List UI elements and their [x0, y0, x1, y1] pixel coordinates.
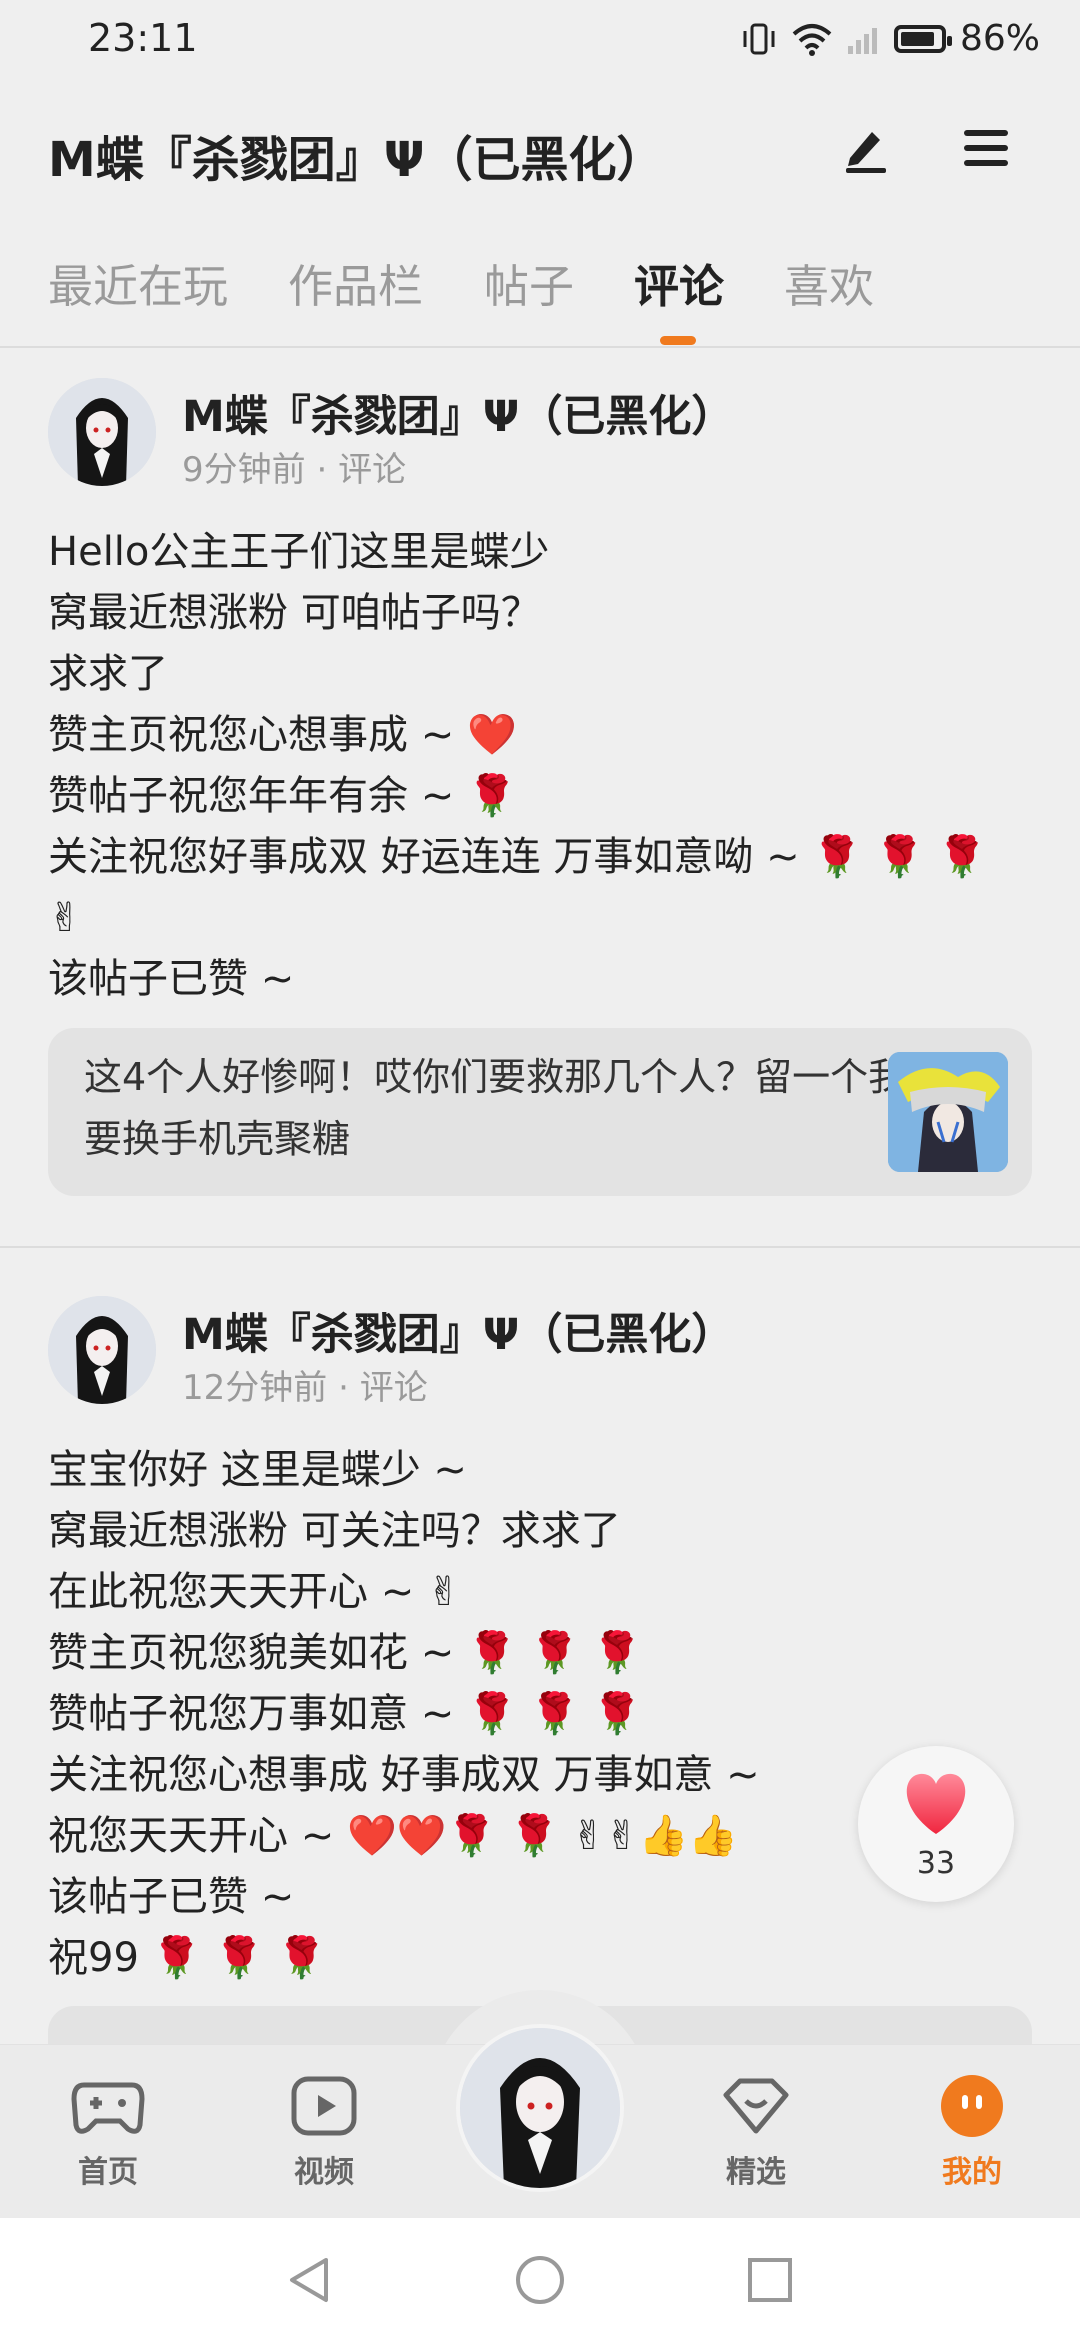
wifi-icon — [792, 23, 832, 56]
heart-icon — [906, 1773, 966, 1834]
tab-comments[interactable]: 评论 — [634, 250, 724, 315]
status-icons: 86% — [740, 18, 1040, 59]
home-icon[interactable] — [512, 2252, 568, 2308]
comment-line: 宝宝你好 这里是蝶少 ~ — [48, 1447, 467, 1493]
quoted-post-thumbnail — [888, 1052, 1008, 1172]
nav-center-avatar[interactable] — [456, 2024, 624, 2192]
author-name[interactable]: M蝶『杀戮团』Ψ（已黑化） — [182, 1300, 734, 1362]
nav-home[interactable]: 首页 — [38, 2073, 178, 2191]
status-bar: 23:11 86% — [0, 0, 1080, 84]
system-nav-bar — [0, 2218, 1080, 2340]
avatar-image — [460, 2028, 620, 2188]
post-time: 12分钟前 — [182, 1368, 328, 1408]
tab-works[interactable]: 作品栏 — [288, 250, 423, 315]
comment-line: Hello公主王子们这里是蝶少 — [48, 529, 550, 575]
avatar[interactable] — [48, 1296, 156, 1404]
comment-line: 赞帖子祝您万事如意 ~ 🌹 🌹 🌹 — [48, 1691, 642, 1737]
post-meta: 9分钟前 · 评论 — [182, 450, 407, 490]
post-meta: 12分钟前 · 评论 — [182, 1368, 428, 1408]
comment-line: 在此祝您天天开心 ~ ✌ — [48, 1569, 461, 1615]
comment-line: 赞主页祝您心想事成 ~ ❤️ — [48, 712, 517, 758]
like-count: 33 — [916, 1846, 956, 1881]
comment-text: Hello公主王子们这里是蝶少 窝最近想涨粉 可咱帖子吗？ 求求了 赞主页祝您心… — [48, 522, 1038, 1010]
comment-line: 求求了 — [48, 651, 168, 697]
comment-line: 关注祝您好事成双 好运连连 万事如意呦 ~ 🌹 🌹 🌹 — [48, 834, 988, 880]
quoted-post[interactable]: 这4个人好惨啊！哎你们要救那几个人？留一个我要换手机壳聚糖 — [48, 1028, 1032, 1196]
nav-label: 我的 — [942, 2155, 1002, 2190]
signal-icon — [847, 27, 877, 54]
comment-line: 窝最近想涨粉 可咱帖子吗？ — [48, 590, 541, 636]
profile-header: M蝶『杀戮团』Ψ（已黑化） — [0, 100, 1080, 200]
profile-tabs: 最近在玩 作品栏 帖子 评论 喜欢 — [0, 230, 1080, 348]
comment-line: 赞帖子祝您年年有余 ~ 🌹 — [48, 773, 517, 819]
post-time: 9分钟前 — [182, 450, 306, 490]
menu-icon[interactable] — [956, 118, 1016, 178]
comment-line: 赞主页祝您貌美如花 ~ 🌹 🌹 🌹 — [48, 1630, 642, 1676]
avatar-image — [48, 378, 156, 486]
avatar-image — [48, 1296, 156, 1404]
nav-video[interactable]: 视频 — [254, 2073, 394, 2191]
comment-line: 祝99 🌹 🌹 🌹 — [48, 1935, 327, 1981]
tab-posts[interactable]: 帖子 — [484, 250, 574, 315]
active-tab-indicator — [660, 336, 696, 345]
author-name[interactable]: M蝶『杀戮团』Ψ（已黑化） — [182, 382, 734, 444]
like-button[interactable]: 33 — [858, 1746, 1014, 1902]
back-icon[interactable] — [282, 2252, 338, 2308]
battery-percent: 86% — [959, 18, 1040, 59]
edit-icon[interactable] — [836, 118, 896, 178]
battery-icon — [893, 24, 952, 53]
status-time: 23:11 — [88, 16, 198, 60]
smile-icon — [941, 2075, 1003, 2137]
nav-label: 视频 — [294, 2155, 354, 2190]
comment-card[interactable]: M蝶『杀戮团』Ψ（已黑化） 12分钟前 · 评论 宝宝你好 这里是蝶少 ~ 窝最… — [0, 1246, 1080, 2086]
tab-recent-played[interactable]: 最近在玩 — [48, 250, 228, 315]
heart-badge-icon — [723, 2078, 789, 2134]
nav-me[interactable]: 我的 — [902, 2073, 1042, 2191]
vibrate-icon — [743, 23, 775, 54]
nav-label: 精选 — [726, 2155, 786, 2190]
tab-likes[interactable]: 喜欢 — [784, 250, 874, 315]
nav-featured[interactable]: 精选 — [686, 2073, 826, 2191]
avatar[interactable] — [48, 378, 156, 486]
recents-icon[interactable] — [742, 2252, 798, 2308]
comment-line: ✌ — [48, 895, 82, 941]
comment-line: 该帖子已赞 ~ — [48, 956, 295, 1002]
comment-text: 宝宝你好 这里是蝶少 ~ 窝最近想涨粉 可关注吗？求求了 在此祝您天天开心 ~ … — [48, 1440, 1038, 1989]
play-icon — [291, 2076, 357, 2136]
quoted-post-text: 这4个人好惨啊！哎你们要救那几个人？留一个我要换手机壳聚糖 — [84, 1055, 907, 1161]
nav-label: 首页 — [78, 2155, 138, 2190]
post-type: 评论 — [338, 450, 407, 490]
comment-card[interactable]: M蝶『杀戮团』Ψ（已黑化） 9分钟前 · 评论 Hello公主王子们这里是蝶少 … — [0, 346, 1080, 1246]
gamepad-icon — [71, 2082, 145, 2134]
post-type: 评论 — [359, 1368, 428, 1408]
comment-line: 窝最近想涨粉 可关注吗？求求了 — [48, 1508, 621, 1554]
page-title: M蝶『杀戮团』Ψ（已黑化） — [48, 132, 665, 188]
